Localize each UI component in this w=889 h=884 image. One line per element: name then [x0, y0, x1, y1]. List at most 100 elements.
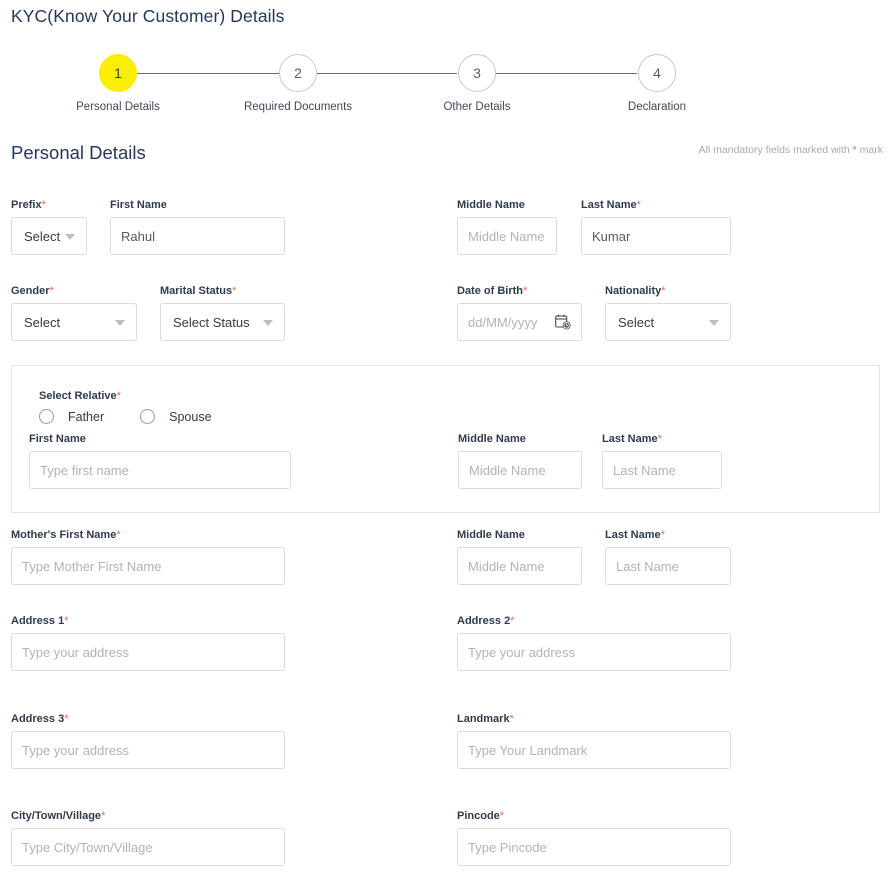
chevron-down-icon [65, 234, 75, 240]
field-relative-last-name: Last Name* Last Name [602, 433, 722, 489]
section-heading: Personal Details [11, 142, 146, 163]
first-name-input[interactable]: Rahul [110, 217, 285, 255]
step-circle-1[interactable]: 1 [99, 54, 137, 92]
marital-status-value: Select Status [173, 314, 250, 330]
select-relative-group: Select Relative* Father Spouse [39, 390, 248, 424]
stepper-step-3[interactable]: 3 Other Details [407, 48, 547, 113]
stepper-step-1[interactable]: 1 Personal Details [48, 48, 188, 113]
label-landmark: Landmark* [457, 713, 514, 725]
last-name-input[interactable]: Kumar [581, 217, 731, 255]
step-label-2: Required Documents [243, 101, 353, 113]
label-city: City/Town/Village* [11, 810, 106, 822]
step-label-1: Personal Details [76, 101, 160, 113]
field-mother-middle-name: Middle Name Middle Name [457, 529, 582, 585]
mother-last-name-placeholder: Last Name [616, 558, 679, 574]
label-relative-last-name: Last Name* [602, 433, 662, 445]
field-first-name: First Name Rahul [110, 199, 285, 255]
chevron-down-icon [115, 320, 125, 326]
label-address-3: Address 3* [11, 713, 69, 725]
field-mother-last-name: Last Name* Last Name [605, 529, 731, 585]
prefix-select[interactable]: Select [11, 217, 87, 255]
field-relative-middle-name: Middle Name Middle Name [458, 433, 582, 489]
address-1-input[interactable]: Type your address [11, 633, 285, 671]
address-3-input[interactable]: Type your address [11, 731, 285, 769]
field-pincode: Pincode* Type Pincode [457, 810, 731, 866]
stepper-step-4[interactable]: 4 Declaration [587, 48, 727, 113]
city-input[interactable]: Type City/Town/Village [11, 828, 285, 866]
address-2-input[interactable]: Type your address [457, 633, 731, 671]
mandatory-note-asterisk: * [852, 144, 857, 156]
step-circle-4[interactable]: 4 [638, 54, 676, 92]
field-address-2: Address 2* Type your address [457, 615, 731, 671]
address-3-placeholder: Type your address [22, 742, 129, 758]
label-date-of-birth: Date of Birth* [457, 285, 528, 297]
radio-label-spouse: Spouse [169, 409, 212, 424]
date-of-birth-input[interactable]: dd/MM/yyyy [457, 303, 582, 341]
city-placeholder: Type City/Town/Village [22, 839, 153, 855]
gender-select[interactable]: Select [11, 303, 137, 341]
field-relative-first-name: First Name Type first name [29, 433, 291, 489]
label-first-name: First Name [110, 199, 167, 211]
date-of-birth-placeholder: dd/MM/yyyy [468, 314, 538, 330]
step-circle-2[interactable]: 2 [279, 54, 317, 92]
relative-last-name-input[interactable]: Last Name [602, 451, 722, 489]
address-2-placeholder: Type your address [468, 644, 575, 660]
address-1-placeholder: Type your address [22, 644, 129, 660]
mother-last-name-input[interactable]: Last Name [605, 547, 731, 585]
label-mother-middle-name: Middle Name [457, 529, 525, 541]
nationality-select[interactable]: Select [605, 303, 731, 341]
radio-option-spouse[interactable]: Spouse [140, 409, 212, 424]
field-marital-status: Marital Status* Select Status [160, 285, 285, 341]
pincode-input[interactable]: Type Pincode [457, 828, 731, 866]
label-prefix: Prefix* [11, 199, 46, 211]
relative-last-name-placeholder: Last Name [613, 462, 676, 478]
first-name-value: Rahul [121, 228, 155, 244]
pincode-placeholder: Type Pincode [468, 839, 547, 855]
field-prefix: Prefix* Select [11, 199, 87, 255]
relative-first-name-input[interactable]: Type first name [29, 451, 291, 489]
chevron-down-icon [263, 320, 273, 326]
label-relative-first-name: First Name [29, 433, 86, 445]
mother-first-name-input[interactable]: Type Mother First Name [11, 547, 285, 585]
page-title: KYC(Know Your Customer) Details [11, 6, 285, 26]
prefix-value: Select [24, 228, 61, 244]
kyc-form-page: KYC(Know Your Customer) Details 1 Person… [0, 0, 889, 884]
marital-status-select[interactable]: Select Status [160, 303, 285, 341]
step-circle-3[interactable]: 3 [458, 54, 496, 92]
label-nationality: Nationality* [605, 285, 666, 297]
mandatory-note-suffix: mark [859, 144, 883, 156]
field-mother-first-name: Mother's First Name* Type Mother First N… [11, 529, 285, 585]
middle-name-input[interactable]: Middle Name [457, 217, 557, 255]
label-gender: Gender* [11, 285, 54, 297]
field-date-of-birth: Date of Birth* dd/MM/yyyy [457, 285, 582, 341]
step-label-4: Declaration [627, 101, 687, 113]
label-marital-status: Marital Status* [160, 285, 237, 297]
stepper-step-2[interactable]: 2 Required Documents [228, 48, 368, 113]
label-mother-first-name: Mother's First Name* [11, 529, 121, 541]
label-last-name: Last Name* [581, 199, 641, 211]
field-gender: Gender* Select [11, 285, 137, 341]
select-relative-panel: Select Relative* Father Spouse First Nam… [11, 365, 880, 513]
mother-middle-name-placeholder: Middle Name [468, 558, 545, 574]
label-pincode: Pincode* [457, 810, 505, 822]
radio-option-father[interactable]: Father [39, 409, 104, 424]
field-address-1: Address 1* Type your address [11, 615, 285, 671]
relative-middle-name-input[interactable]: Middle Name [458, 451, 582, 489]
chevron-down-icon [709, 320, 719, 326]
landmark-placeholder: Type Your Landmark [468, 742, 588, 758]
landmark-input[interactable]: Type Your Landmark [457, 731, 731, 769]
mother-middle-name-input[interactable]: Middle Name [457, 547, 582, 585]
field-middle-name: Middle Name Middle Name [457, 199, 557, 255]
calendar-clock-icon[interactable] [555, 314, 571, 330]
label-mother-last-name: Last Name* [605, 529, 665, 541]
mother-first-name-placeholder: Type Mother First Name [22, 558, 162, 574]
relative-first-name-placeholder: Type first name [40, 462, 129, 478]
label-middle-name: Middle Name [457, 199, 525, 211]
field-address-3: Address 3* Type your address [11, 713, 285, 769]
radio-icon-spouse[interactable] [140, 409, 156, 424]
label-address-1: Address 1* [11, 615, 69, 627]
radio-icon-father[interactable] [39, 409, 54, 424]
relative-middle-name-placeholder: Middle Name [469, 462, 546, 478]
last-name-value: Kumar [592, 228, 631, 244]
field-landmark: Landmark* Type Your Landmark [457, 713, 731, 769]
